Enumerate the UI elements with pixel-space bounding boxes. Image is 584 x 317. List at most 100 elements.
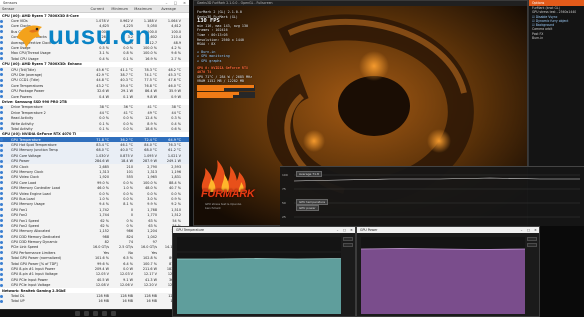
- sensor-row[interactable]: GPU D3D Memory Dynamic82749784: [0, 239, 189, 244]
- sensor-row[interactable]: GPU Core Voltage 1.030 V 0.875 V 1.095 V 1.0…: [0, 153, 189, 159]
- sensor-row[interactable]: GPU PCIe Input Voltage 12.08 V 12.06 V 12.2…: [0, 283, 189, 288]
- sensor-row[interactable]: GPU D3D Memory Dedicated9888241,042955: [0, 234, 189, 239]
- sensor-row[interactable]: GPU 8-pin #1 Input Power 209.4 W 0.0 W 211.…: [0, 266, 189, 272]
- sensor-value: 0.0 %: [147, 191, 157, 196]
- explorer-icon[interactable]: [92, 311, 98, 316]
- search-icon[interactable]: [83, 311, 89, 316]
- sensor-value: 128 MB: [144, 294, 157, 298]
- zoom-in-button[interactable]: [527, 237, 537, 241]
- sensor-row[interactable]: GPU Fan2 Speed62 %0 %63 %54 %: [0, 223, 189, 228]
- sensor-row[interactable]: GPU Memory Junction Temp 68.0 °C 40.0 °C 68…: [0, 147, 189, 154]
- start-icon[interactable]: [74, 311, 80, 316]
- sensor-value: 54 %: [172, 218, 181, 223]
- sensor-row[interactable]: GPU 8-pin #1 Input Voltage 12.05 V 12.03 V…: [0, 272, 189, 277]
- sensor-name: GPU 8-pin #1 Input Power: [11, 267, 56, 272]
- sensor-row[interactable]: Total Activity 0.1 % 0.0 % 18.6 % 0.6 %: [0, 126, 189, 131]
- sensor-row[interactable]: GPU PCIe Input Power40.5 W9.1 W41.3 W36.…: [0, 277, 189, 282]
- sensor-row[interactable]: GPU Power 284.6 W 18.4 W 287.9 W 249.1 W: [0, 158, 189, 164]
- sensor-row[interactable]: GPU Video Clock 1,920 555 1,965 1,831: [0, 175, 189, 180]
- sensor-row[interactable]: GPU Memory Allocated1,1529861,2041,117: [0, 229, 189, 234]
- browser-icon[interactable]: [101, 311, 107, 316]
- sensor-icon: [0, 202, 3, 206]
- sensor-list[interactable]: CPU [#0]: AMD Ryzen 7 7800X3D 8-Core Core…: [0, 13, 189, 309]
- option-item[interactable]: Burn-in: [529, 36, 584, 40]
- sensor-value: 68.0 °C: [144, 148, 157, 153]
- zoom-out-button[interactable]: [343, 243, 353, 247]
- graph-tick: 100: [282, 173, 288, 177]
- sensor-name: Write Activity: [11, 121, 34, 126]
- sensor-value: 0.4 %: [171, 121, 181, 126]
- col-minimum[interactable]: Minimum: [106, 7, 130, 11]
- sensor-row[interactable]: CPU CCD1 (Tdie) 44.8 °C 40.3 °C 77.5 °C 47.6…: [0, 78, 189, 83]
- sensor-row[interactable]: GPU Performance LimitersYesNoYesYes: [0, 250, 189, 255]
- sensor-name: GPU D3D Memory Dedicated: [11, 234, 60, 239]
- sensor-row[interactable]: Read Activity 0.0 % 0.0 % 12.4 % 0.3 %: [0, 115, 189, 120]
- sensor-value: 9.4 %: [99, 202, 109, 207]
- sensor-row[interactable]: Total GPU Power [% of TDP] 99.6 % 6.4 % 100…: [0, 261, 189, 266]
- minimize-button[interactable]: –: [162, 1, 171, 5]
- sensor-icon: [0, 41, 3, 45]
- sensor-row[interactable]: GPU Fan2 1,744 0 1,770 1,512: [0, 212, 189, 217]
- sensor-row[interactable]: GPU Memory Controller Load 46.0 % 1.0 % 48.…: [0, 186, 189, 191]
- close-button[interactable]: ×: [532, 227, 539, 233]
- sensor-row[interactable]: GPU Hot Spot Temperature 83.4 °C 46.1 °C 84…: [0, 142, 189, 148]
- sensor-row[interactable]: CPU Die (average) 42.9 °C 38.7 °C 74.1 °C 45…: [0, 72, 189, 77]
- sensor-row[interactable]: CPU (Tctl/Tdie) 45.6 °C 41.1 °C 78.3 °C 48.2…: [0, 67, 189, 72]
- app-icon[interactable]: [110, 311, 116, 316]
- sensor-row[interactable]: GPU Video Engine Load 0.0 % 0.0 % 0.0 % 0.0 …: [0, 191, 189, 196]
- sensor-row[interactable]: Drive Temperature 2 44 °C 41 °C 49 °C 44 °C: [0, 110, 189, 115]
- sensor-value: 74.1 °C: [144, 72, 157, 77]
- sensor-row[interactable]: GPU Temperature 71.8 °C 36.2 °C 72.4 °C 64.9…: [0, 136, 189, 143]
- sensor-value: 8.1 %: [123, 202, 133, 207]
- sensor-value: 48.0 %: [145, 186, 157, 191]
- sensor-value: 36 °C: [123, 105, 133, 110]
- sensor-row[interactable]: GPU Memory Usage 9.4 % 8.1 % 9.9 % 9.2 %: [0, 202, 189, 207]
- sensor-name: GPU Core Voltage: [11, 153, 41, 158]
- col-maximum[interactable]: Maximum: [130, 7, 154, 11]
- zoom-in-button[interactable]: [343, 237, 353, 241]
- checkbox-label: GPU monitoring: [201, 54, 230, 59]
- minimize-button[interactable]: –: [518, 227, 525, 233]
- sensor-value: 48.2 °C: [168, 67, 181, 72]
- sensor-value: 0: [130, 207, 133, 212]
- close-button[interactable]: ×: [348, 227, 355, 233]
- sensor-row[interactable]: Total CPU Usage 0.4 % 0.1 % 16.9 % 2.7 %: [0, 56, 189, 61]
- sensor-row[interactable]: CPU Package Power 32.6 W 29.1 W 86.4 W 35.9 …: [0, 88, 189, 93]
- sensor-row[interactable]: Core Powers 0.4 W 0.1 W 9.8 W 0.9 W: [0, 94, 189, 99]
- sensor-value: 12.03 V: [119, 272, 133, 277]
- col-current[interactable]: Current: [82, 7, 106, 11]
- maximize-button[interactable]: □: [341, 227, 348, 233]
- sensor-row[interactable]: Total UP16 MB16 MB16 MB16 MB: [0, 299, 189, 304]
- sensor-row[interactable]: Write Activity 0.1 % 0.0 % 8.9 % 0.4 %: [0, 121, 189, 126]
- col-sensor[interactable]: Sensor: [0, 7, 82, 11]
- sensor-row[interactable]: GPU Fan1 Speed 62 % 0 % 63 % 54 %: [0, 218, 189, 223]
- sensor-row[interactable]: GPU Bus Load 1.0 % 0.0 % 3.0 % 0.9 %: [0, 196, 189, 201]
- sensor-row[interactable]: Total DL128 MB128 MB128 MB128 MB: [0, 293, 189, 298]
- sensor-value: 0.1 %: [99, 126, 109, 131]
- bird-logo-icon: [17, 25, 42, 48]
- sensor-row[interactable]: Drive Temperature 38 °C 36 °C 41 °C 38 °C: [0, 105, 189, 110]
- maximize-button[interactable]: □: [525, 227, 532, 233]
- sensor-row[interactable]: GPU Clock 2,685 210 2,790 2,593: [0, 164, 189, 169]
- close-button[interactable]: ×: [180, 1, 189, 5]
- col-average[interactable]: Average: [154, 7, 178, 11]
- sensor-row[interactable]: GPU Fan1 1,742 0 1,768 1,510: [0, 207, 189, 212]
- sensor-value: 44.8 °C: [96, 78, 109, 83]
- sensor-row[interactable]: GPU Memory Clock 1,313 101 1,313 1,196: [0, 169, 189, 174]
- sensor-icon: [0, 46, 3, 50]
- gpu-temperature-window[interactable]: GPU Temperature – □ ×: [172, 226, 356, 317]
- sensor-row[interactable]: PCIe Link Speed 16.0 GT/s 2.5 GT/s 16.0 GT/…: [0, 245, 189, 250]
- maximize-button[interactable]: □: [171, 1, 180, 5]
- sensor-row[interactable]: Core Temperatures 43.2 °C 39.4 °C 76.8 °C 46…: [0, 83, 189, 88]
- sensor-value: 3.0 %: [147, 196, 157, 201]
- sensor-value: 16 MB: [146, 299, 157, 304]
- minimize-button[interactable]: –: [334, 227, 341, 233]
- gpu-power-window[interactable]: GPU Power – □ ×: [356, 226, 540, 317]
- sensor-name: Total GPU Power (normalized): [11, 256, 62, 261]
- logo-wordmark: FURMARK: [201, 188, 255, 200]
- sensor-row[interactable]: GPU Core Load 99.0 % 0.0 % 100.0 % 88.4 %: [0, 180, 189, 185]
- sensor-icon: [0, 283, 3, 287]
- checkbox-gpu-graphs[interactable]: ☑ GPU graphs: [197, 59, 255, 64]
- sensor-row[interactable]: Total GPU Power (normalized) 101.6 % 6.5 %…: [0, 256, 189, 261]
- zoom-out-button[interactable]: [527, 243, 537, 247]
